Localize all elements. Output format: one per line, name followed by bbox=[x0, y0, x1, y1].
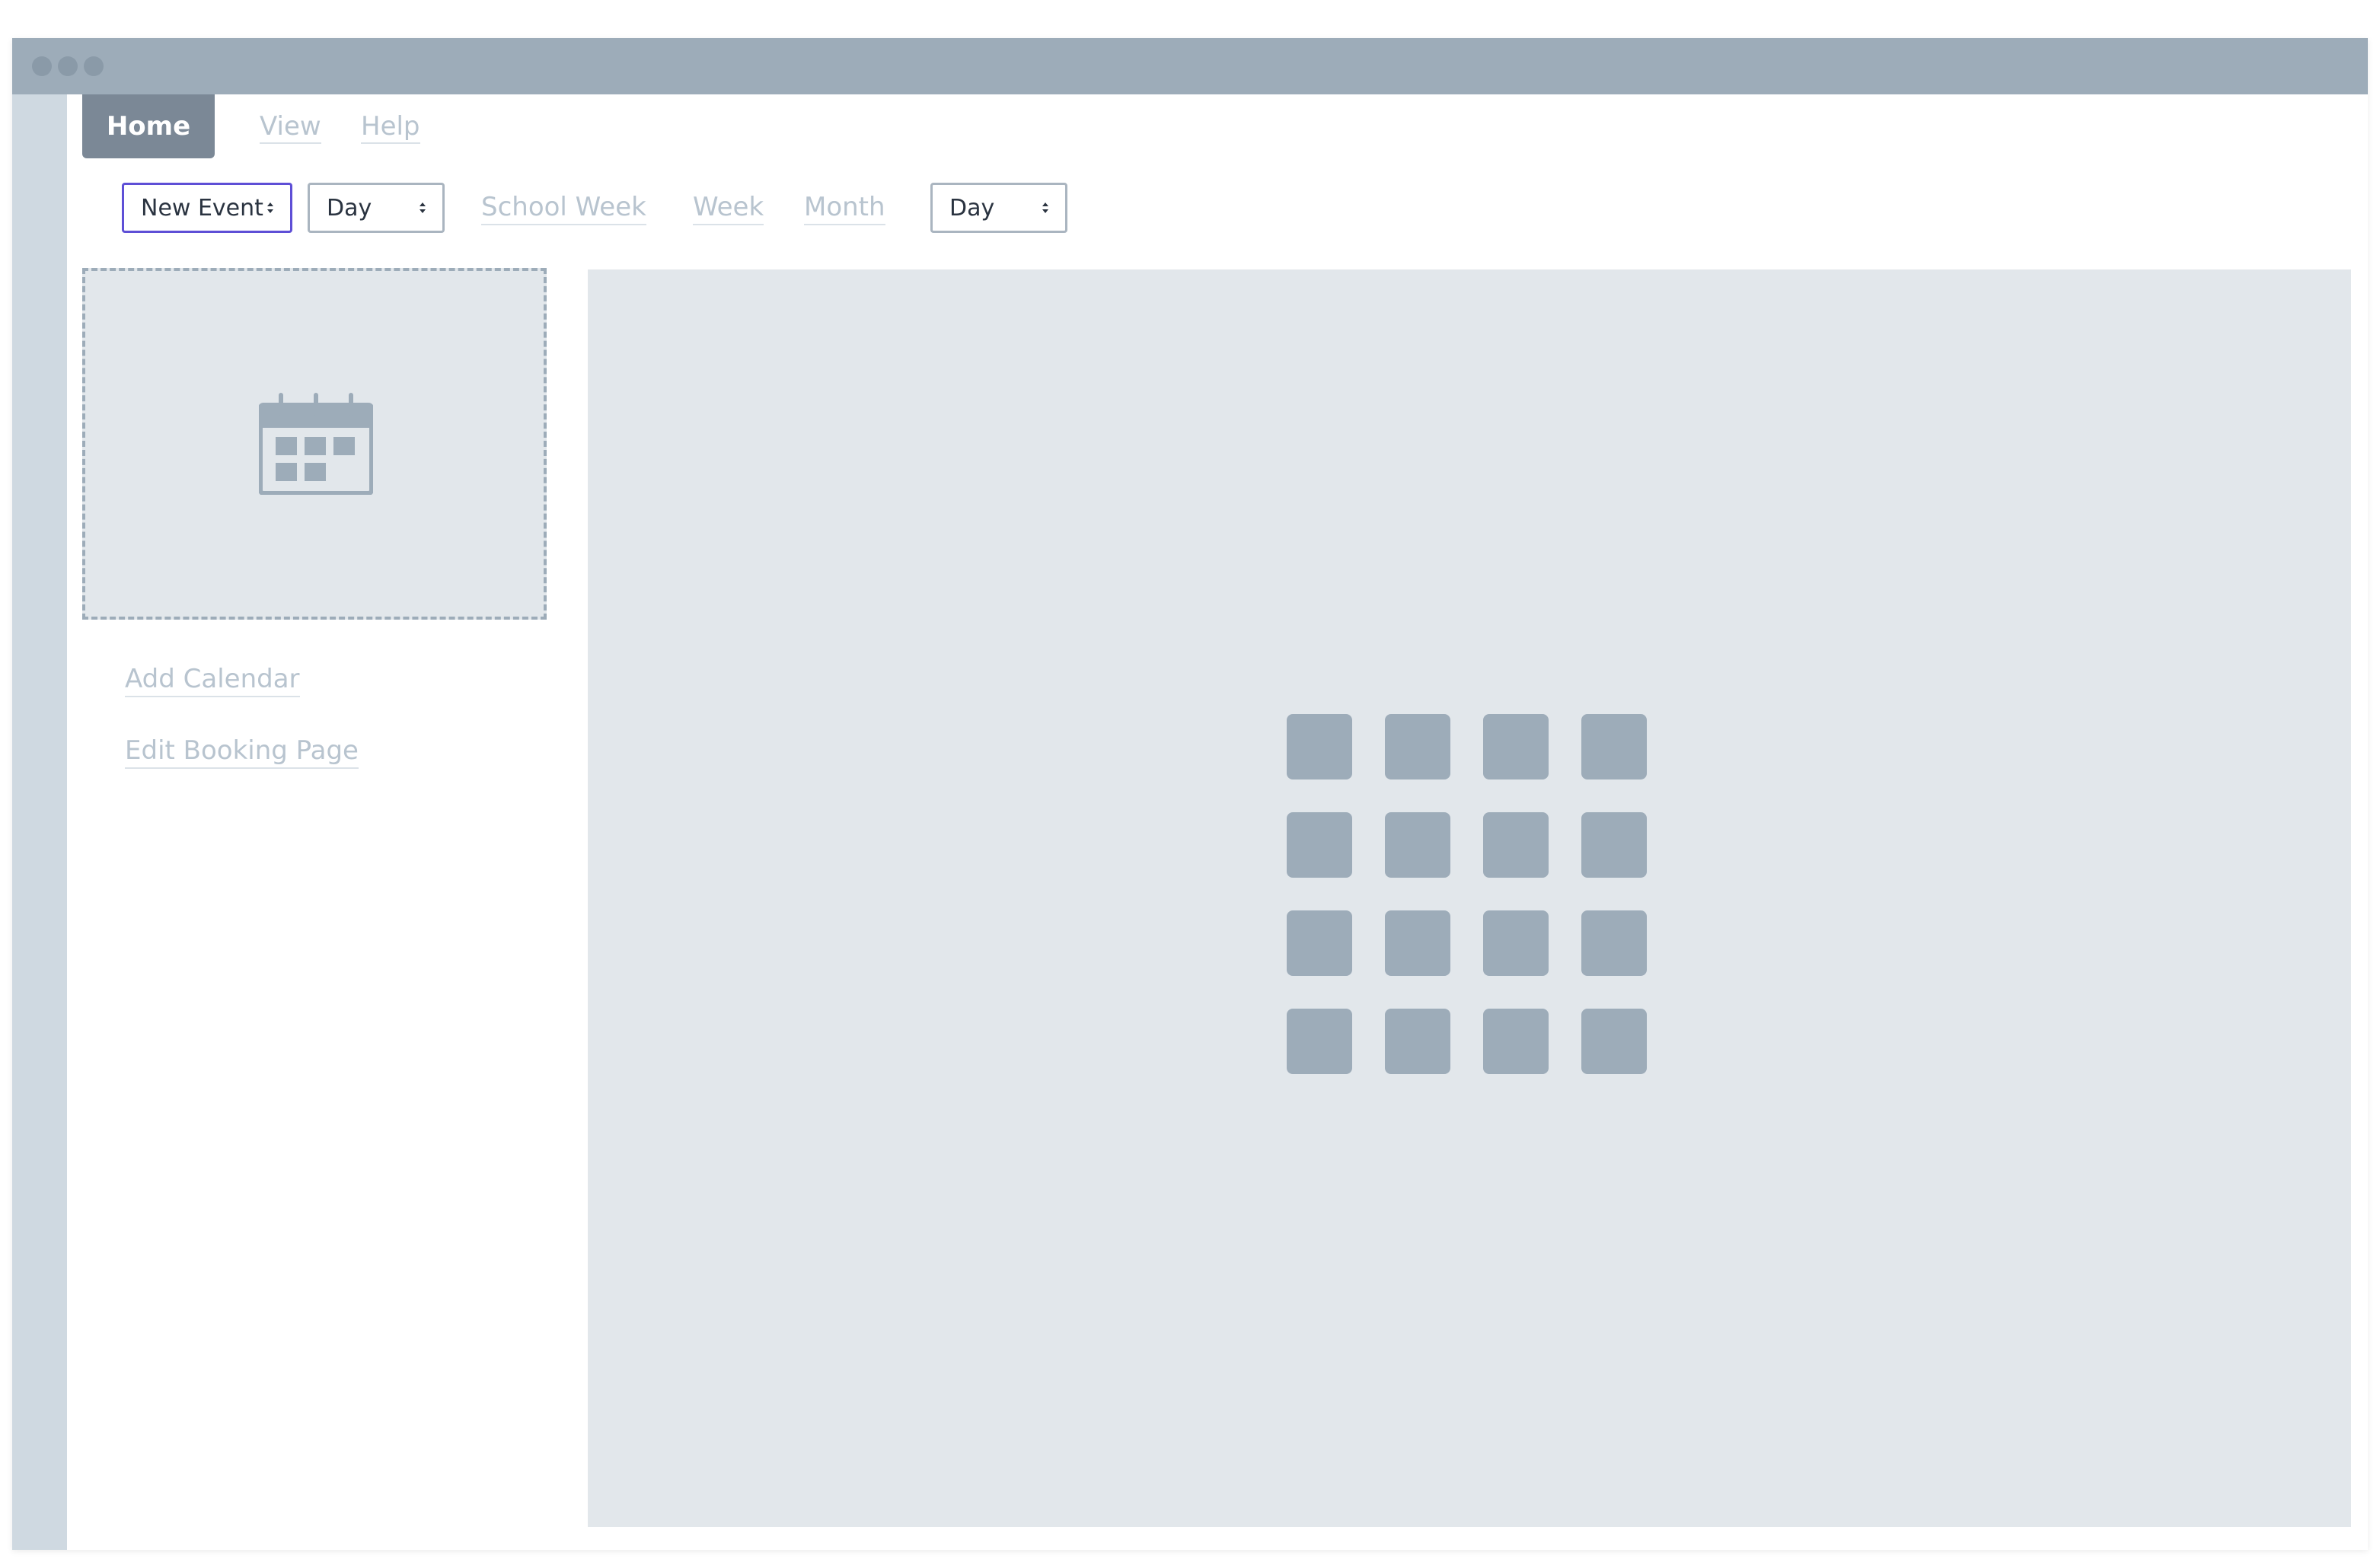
app-window: Home View Help New Event Day School Week… bbox=[12, 38, 2368, 1550]
day-select-2[interactable]: Day bbox=[930, 183, 1067, 233]
calendar-icon bbox=[259, 393, 373, 495]
select-caret-icon bbox=[1042, 202, 1048, 213]
month-link[interactable]: Month bbox=[804, 190, 885, 225]
grid-tile bbox=[1581, 812, 1647, 878]
grid-tile bbox=[1287, 714, 1352, 780]
left-rail bbox=[12, 94, 67, 1550]
grid-tile bbox=[1581, 1009, 1647, 1074]
grid-tile bbox=[1483, 910, 1549, 976]
grid-tile bbox=[1385, 812, 1450, 878]
menu-view-link[interactable]: View bbox=[260, 110, 321, 144]
day-select-1-label: Day bbox=[327, 194, 372, 222]
school-week-link[interactable]: School Week bbox=[481, 190, 646, 225]
grid-tile bbox=[1581, 714, 1647, 780]
day-select-1[interactable]: Day bbox=[308, 183, 445, 233]
main-content-area bbox=[588, 269, 2351, 1527]
grid-tile bbox=[1385, 714, 1450, 780]
grid-tile bbox=[1287, 812, 1352, 878]
new-event-select[interactable]: New Event bbox=[122, 183, 292, 233]
window-minimize-button[interactable] bbox=[58, 56, 78, 76]
add-calendar-link[interactable]: Add Calendar bbox=[125, 662, 300, 697]
week-link[interactable]: Week bbox=[693, 190, 764, 225]
grid-tile bbox=[1287, 910, 1352, 976]
new-event-select-label: New Event bbox=[141, 194, 263, 222]
select-caret-icon bbox=[420, 202, 426, 213]
menu-help-link[interactable]: Help bbox=[361, 110, 420, 144]
calendar-image-placeholder[interactable] bbox=[82, 268, 547, 620]
window-close-button[interactable] bbox=[32, 56, 52, 76]
title-bar bbox=[12, 38, 2368, 94]
day-select-2-label: Day bbox=[949, 194, 995, 222]
window-maximize-button[interactable] bbox=[84, 56, 104, 76]
menu-home-tab[interactable]: Home bbox=[82, 94, 215, 158]
grid-tile bbox=[1287, 1009, 1352, 1074]
edit-booking-page-link[interactable]: Edit Booking Page bbox=[125, 734, 359, 769]
select-caret-icon bbox=[267, 202, 273, 213]
grid-icon bbox=[1287, 714, 1649, 1076]
grid-tile bbox=[1385, 1009, 1450, 1074]
grid-tile bbox=[1483, 714, 1549, 780]
grid-tile bbox=[1581, 910, 1647, 976]
grid-tile bbox=[1385, 910, 1450, 976]
grid-tile bbox=[1483, 812, 1549, 878]
grid-tile bbox=[1483, 1009, 1549, 1074]
